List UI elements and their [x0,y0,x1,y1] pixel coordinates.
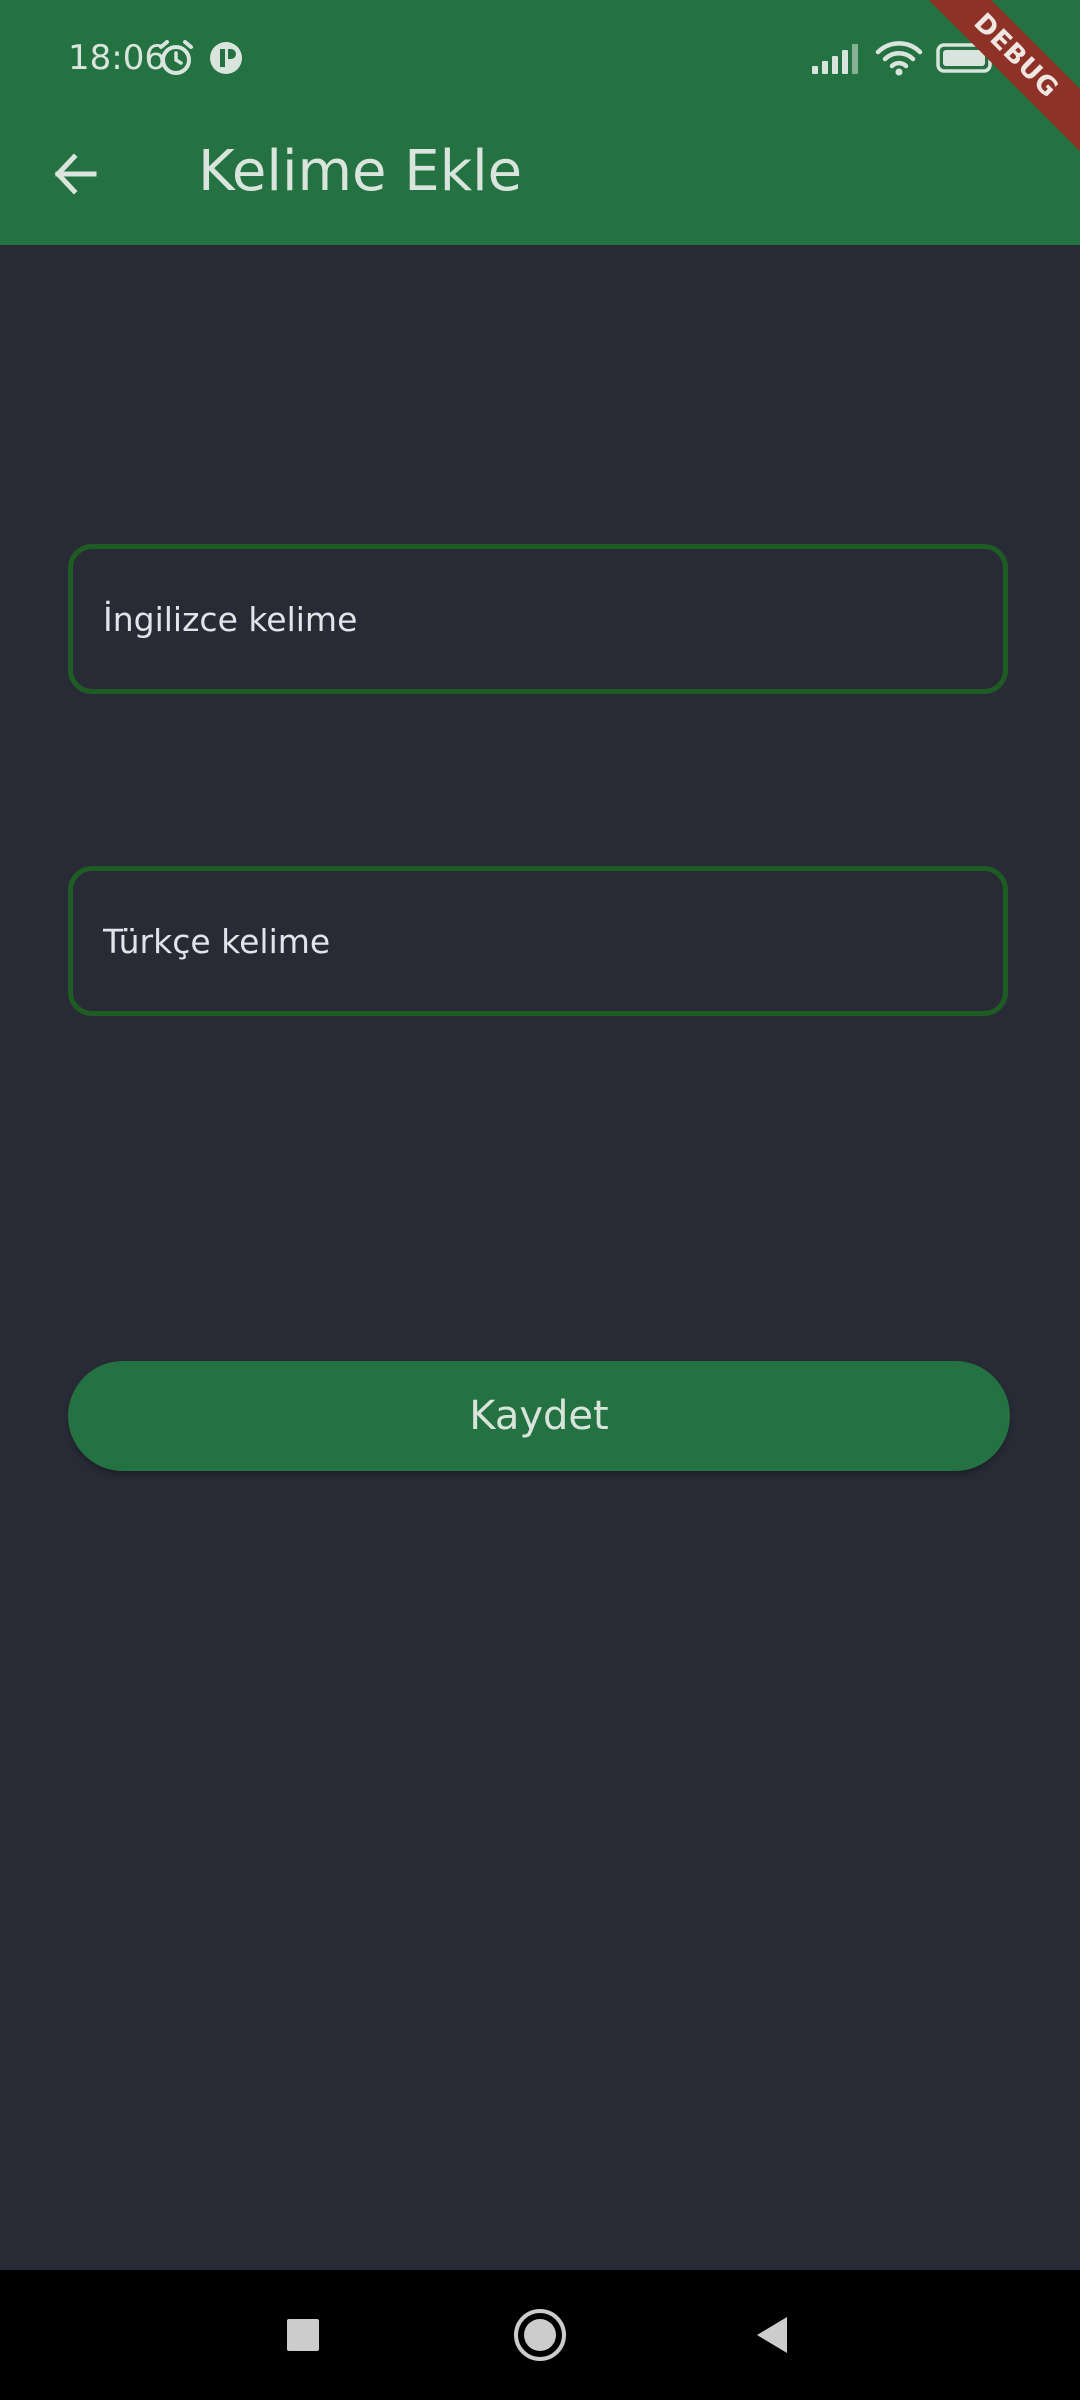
battery-icon [936,38,998,78]
back-triangle-icon [757,2317,787,2353]
turkish-word-input[interactable] [103,921,1003,961]
signal-icon [810,38,866,78]
app-bar: 18:06 Kelime Ekle DEBUG [0,0,1080,245]
vpn-icon [206,38,246,78]
turkish-word-field[interactable] [68,866,1008,1016]
system-back-button[interactable] [740,2302,806,2368]
english-word-input[interactable] [103,599,1003,639]
page-title: Kelime Ekle [198,139,523,204]
recents-button[interactable] [270,2302,336,2368]
wifi-icon [874,38,924,78]
arrow-left-icon [54,153,97,195]
save-button-label: Kaydet [469,1393,609,1439]
home-button[interactable] [507,2302,573,2368]
home-circle-icon [514,2309,566,2361]
status-time: 18:06 [68,38,166,78]
system-nav-bar [0,2270,1080,2400]
toolbar: Kelime Ekle [0,118,1080,245]
screen: 18:06 Kelime Ekle DEBUG İngilizce kelime… [0,0,1080,2400]
english-word-field[interactable] [68,544,1008,694]
alarm-icon [156,38,196,78]
status-bar: 18:06 [0,0,1080,118]
save-button[interactable]: Kaydet [68,1361,1010,1471]
recents-square-icon [287,2319,319,2351]
back-button[interactable] [40,138,112,210]
